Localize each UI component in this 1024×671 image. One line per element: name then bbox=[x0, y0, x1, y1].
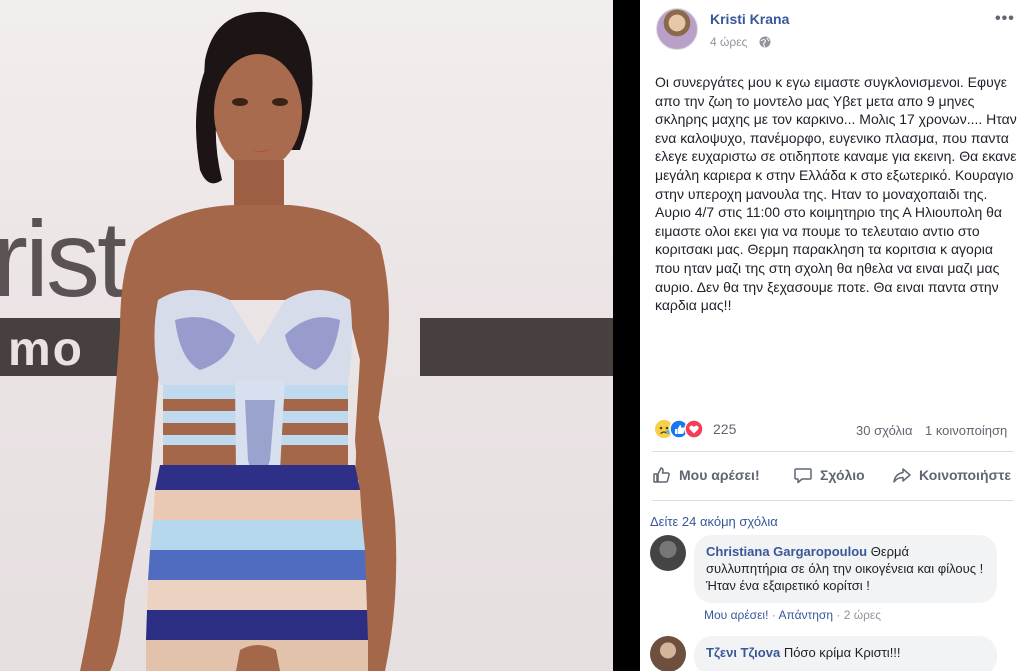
comment-timestamp[interactable]: 2 ώρες bbox=[844, 608, 881, 622]
comment-icon bbox=[794, 468, 812, 484]
commenter-avatar[interactable] bbox=[650, 636, 686, 671]
post-actions-bar: Μου αρέσει! Σχόλιο Κοινοποιήστε bbox=[640, 457, 1024, 493]
comment-reply-link[interactable]: Απάντηση bbox=[778, 608, 833, 622]
commenter-avatar[interactable] bbox=[650, 535, 686, 571]
globe-icon bbox=[759, 36, 771, 48]
post-body-text: Οι συνεργάτες μου κ εγω ειμαστε συγκλονι… bbox=[655, 74, 1017, 314]
shares-count-link[interactable]: 1 κοινοποίηση bbox=[925, 423, 1007, 438]
share-arrow-icon bbox=[893, 468, 911, 483]
comment-text: Πόσο κρίμα Κριστι!!! bbox=[783, 645, 901, 660]
comment-bubble: Christiana Gargaropoulou Θερμά συλλυπητή… bbox=[694, 535, 997, 603]
post-header: Kristi Krana 4 ώρες ••• bbox=[640, 0, 1024, 60]
comment-bubble: Τζενι Τζιοva Πόσο κρίμα Κριστι!!! bbox=[694, 636, 997, 671]
share-button-label: Κοινοποιήστε bbox=[919, 467, 1011, 483]
commenter-name-link[interactable]: Christiana Gargaropoulou bbox=[706, 544, 867, 559]
thumbs-up-icon bbox=[653, 467, 670, 483]
like-button[interactable]: Μου αρέσει! bbox=[652, 457, 760, 493]
runway-model-figure bbox=[80, 11, 397, 671]
author-name-link[interactable]: Kristi Krana bbox=[710, 11, 789, 27]
reaction-icons bbox=[655, 419, 704, 439]
reactions-summary[interactable]: 225 30 σχόλια 1 κοινοποίηση bbox=[655, 417, 1015, 441]
commenter-name-link[interactable]: Τζενι Τζιοva bbox=[706, 645, 780, 660]
comment-like-link[interactable]: Μου αρέσει! bbox=[704, 608, 768, 622]
more-options-icon[interactable]: ••• bbox=[995, 10, 1015, 28]
comment-button[interactable]: Σχόλιο bbox=[793, 457, 865, 493]
post-photo[interactable]: rist mo bbox=[0, 0, 613, 671]
post-panel: Kristi Krana 4 ώρες ••• Οι συνεργάτες μο… bbox=[640, 0, 1024, 671]
author-avatar[interactable] bbox=[656, 8, 698, 50]
like-button-label: Μου αρέσει! bbox=[679, 467, 760, 483]
comments-section: Δείτε 24 ακόμη σχόλια Christiana Gargaro… bbox=[640, 501, 1024, 671]
divider bbox=[652, 451, 1014, 452]
comment-meta: Μου αρέσει! · Απάντηση · 2 ώρες bbox=[704, 608, 881, 622]
view-more-comments-link[interactable]: Δείτε 24 ακόμη σχόλια bbox=[650, 514, 778, 529]
post-timestamp[interactable]: 4 ώρες bbox=[710, 35, 747, 49]
comment-button-label: Σχόλιο bbox=[820, 467, 865, 483]
comments-count-link[interactable]: 30 σχόλια bbox=[856, 423, 912, 438]
meta-separator: · bbox=[836, 608, 844, 622]
reaction-count[interactable]: 225 bbox=[713, 421, 736, 437]
share-button[interactable]: Κοινοποιήστε bbox=[892, 457, 1011, 493]
